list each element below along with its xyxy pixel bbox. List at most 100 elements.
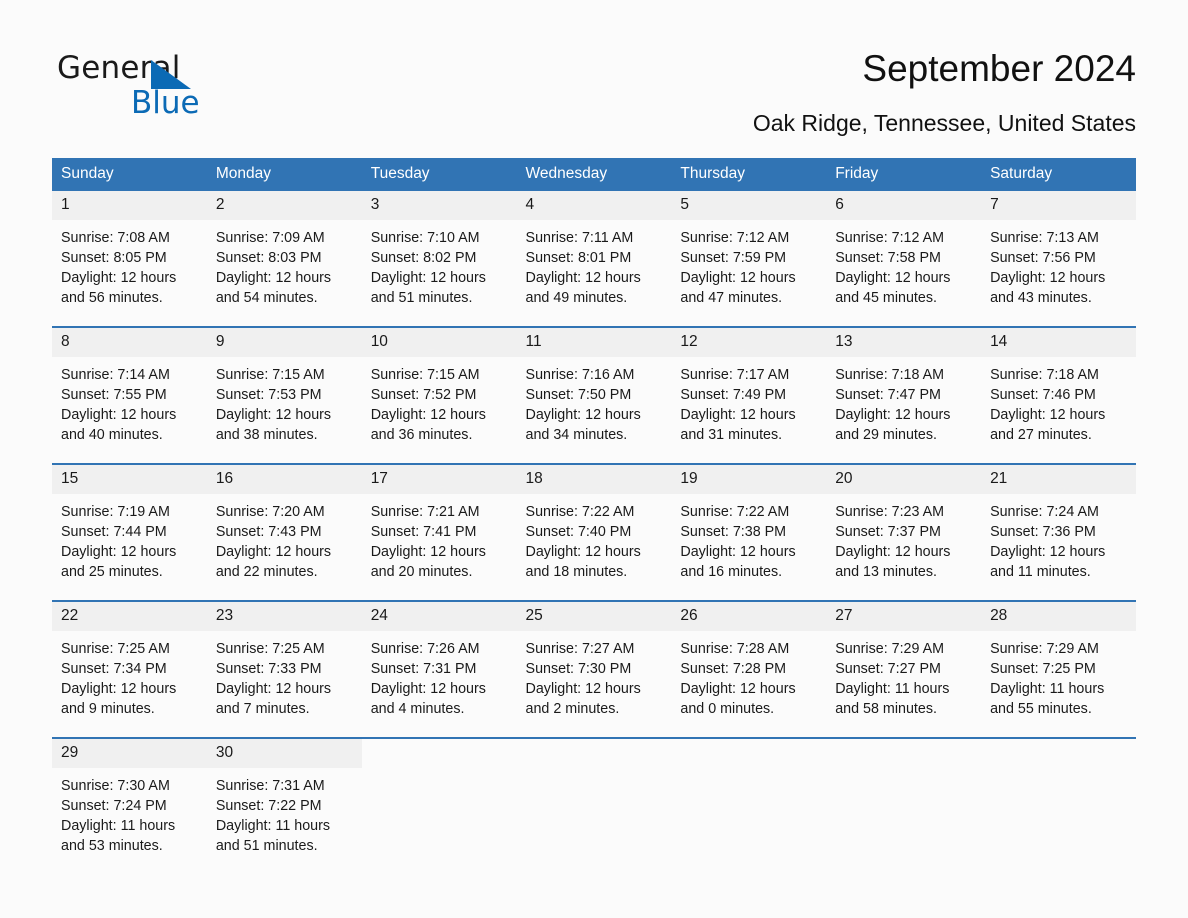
calendar-day-cell[interactable]: 5 Sunrise: 7:12 AM Sunset: 7:59 PM Dayli… (671, 191, 827, 327)
sunrise-text: Sunrise: 7:25 AM (61, 641, 170, 657)
daylight-text-line1: Daylight: 12 hours (835, 544, 951, 560)
day-details: Sunrise: 7:17 AM Sunset: 7:49 PM Dayligh… (671, 357, 826, 445)
day-number (671, 739, 826, 768)
generalblue-logo[interactable]: General Blue (57, 53, 317, 123)
day-number: 10 (361, 328, 517, 357)
daylight-text-line1: Daylight: 12 hours (525, 544, 641, 560)
calendar-day-cell[interactable]: 10 Sunrise: 7:15 AM Sunset: 7:52 PM Dayl… (361, 326, 517, 464)
day-details: Sunrise: 7:29 AM Sunset: 7:25 PM Dayligh… (981, 631, 1136, 719)
calendar-day-cell[interactable]: 8 Sunrise: 7:14 AM Sunset: 7:55 PM Dayli… (52, 326, 207, 464)
daylight-text-line2: and 43 minutes. (990, 290, 1092, 306)
calendar-day-cell[interactable]: 14 Sunrise: 7:18 AM Sunset: 7:46 PM Dayl… (981, 326, 1136, 464)
day-number: 14 (981, 328, 1136, 357)
sunset-text: Sunset: 7:31 PM (370, 661, 477, 677)
daylight-text-line1: Daylight: 12 hours (61, 407, 177, 423)
location-subtitle: Oak Ridge, Tennessee, United States (752, 110, 1136, 136)
calendar-day-cell[interactable]: 16 Sunrise: 7:20 AM Sunset: 7:43 PM Dayl… (206, 463, 362, 601)
calendar-day-cell[interactable]: 2 Sunrise: 7:09 AM Sunset: 8:03 PM Dayli… (206, 191, 362, 327)
daylight-text-line1: Daylight: 12 hours (61, 544, 177, 560)
day-details: Sunrise: 7:15 AM Sunset: 7:53 PM Dayligh… (207, 357, 362, 445)
daylight-text-line1: Daylight: 11 hours (835, 681, 950, 697)
daylight-text-line2: and 38 minutes. (215, 427, 318, 443)
day-details: Sunrise: 7:21 AM Sunset: 7:41 PM Dayligh… (362, 494, 517, 582)
calendar-day-cell[interactable]: 21 Sunrise: 7:24 AM Sunset: 7:36 PM Dayl… (981, 463, 1136, 601)
sunset-text: Sunset: 8:03 PM (215, 250, 322, 266)
day-number: 2 (206, 191, 362, 220)
day-number: 16 (206, 465, 362, 494)
daylight-text-line1: Daylight: 12 hours (370, 270, 486, 286)
daylight-text-line2: and 31 minutes. (680, 427, 783, 443)
weekday-header-thursday: Thursday (671, 158, 827, 191)
calendar-day-cell[interactable]: 6 Sunrise: 7:12 AM Sunset: 7:58 PM Dayli… (826, 191, 982, 327)
sunrise-text: Sunrise: 7:12 AM (680, 230, 790, 246)
sunset-text: Sunset: 7:28 PM (680, 661, 787, 677)
calendar-day-cell[interactable]: 7 Sunrise: 7:13 AM Sunset: 7:56 PM Dayli… (981, 191, 1136, 327)
daylight-text-line1: Daylight: 12 hours (680, 681, 796, 697)
daylight-text-line1: Daylight: 12 hours (61, 681, 177, 697)
day-number (826, 739, 981, 768)
calendar-day-cell[interactable]: 18 Sunrise: 7:22 AM Sunset: 7:40 PM Dayl… (516, 463, 672, 601)
day-number: 4 (516, 191, 672, 220)
day-number (362, 739, 517, 768)
logo-text-blue: Blue (131, 85, 200, 121)
calendar-day-cell[interactable]: 30 Sunrise: 7:31 AM Sunset: 7:22 PM Dayl… (206, 737, 362, 874)
day-number: 18 (516, 465, 672, 494)
sunset-text: Sunset: 8:05 PM (61, 250, 167, 266)
calendar-day-cell[interactable]: 19 Sunrise: 7:22 AM Sunset: 7:38 PM Dayl… (671, 463, 827, 601)
calendar-day-cell[interactable]: 3 Sunrise: 7:10 AM Sunset: 8:02 PM Dayli… (361, 191, 517, 327)
calendar-day-cell[interactable]: 26 Sunrise: 7:28 AM Sunset: 7:28 PM Dayl… (671, 600, 827, 738)
calendar-day-cell[interactable]: 22 Sunrise: 7:25 AM Sunset: 7:34 PM Dayl… (52, 600, 207, 738)
daylight-text-line2: and 53 minutes. (61, 838, 163, 854)
sunrise-text: Sunrise: 7:18 AM (990, 367, 1099, 383)
day-details: Sunrise: 7:18 AM Sunset: 7:47 PM Dayligh… (826, 357, 981, 445)
sunset-text: Sunset: 7:44 PM (61, 524, 167, 540)
daylight-text-line2: and 47 minutes. (680, 290, 783, 306)
day-number: 13 (826, 328, 982, 357)
day-details: Sunrise: 7:29 AM Sunset: 7:27 PM Dayligh… (826, 631, 981, 719)
sunset-text: Sunset: 7:41 PM (370, 524, 477, 540)
calendar-day-cell-empty (826, 737, 982, 874)
calendar-day-cell[interactable]: 23 Sunrise: 7:25 AM Sunset: 7:33 PM Dayl… (206, 600, 362, 738)
day-details: Sunrise: 7:26 AM Sunset: 7:31 PM Dayligh… (362, 631, 517, 719)
calendar-day-cell[interactable]: 13 Sunrise: 7:18 AM Sunset: 7:47 PM Dayl… (826, 326, 982, 464)
calendar-day-cell[interactable]: 25 Sunrise: 7:27 AM Sunset: 7:30 PM Dayl… (516, 600, 672, 738)
day-details: Sunrise: 7:23 AM Sunset: 7:37 PM Dayligh… (826, 494, 981, 582)
calendar-day-cell[interactable]: 1 Sunrise: 7:08 AM Sunset: 8:05 PM Dayli… (52, 191, 207, 327)
day-number: 30 (206, 739, 362, 768)
daylight-text-line2: and 0 minutes. (680, 701, 775, 717)
daylight-text-line1: Daylight: 11 hours (215, 818, 331, 834)
day-details: Sunrise: 7:19 AM Sunset: 7:44 PM Dayligh… (52, 494, 207, 582)
daylight-text-line1: Daylight: 12 hours (990, 270, 1106, 286)
calendar-day-cell[interactable]: 29 Sunrise: 7:30 AM Sunset: 7:24 PM Dayl… (52, 737, 207, 874)
calendar-day-cell[interactable]: 9 Sunrise: 7:15 AM Sunset: 7:53 PM Dayli… (206, 326, 362, 464)
calendar-day-cell-empty (671, 737, 827, 874)
daylight-text-line2: and 13 minutes. (835, 564, 937, 580)
daylight-text-line1: Daylight: 12 hours (215, 270, 332, 286)
daylight-text-line2: and 56 minutes. (61, 290, 163, 306)
sunset-text: Sunset: 7:37 PM (835, 524, 941, 540)
daylight-text-line2: and 18 minutes. (525, 564, 628, 580)
day-number (517, 739, 672, 768)
day-details: Sunrise: 7:09 AM Sunset: 8:03 PM Dayligh… (207, 220, 362, 308)
daylight-text-line1: Daylight: 12 hours (680, 270, 796, 286)
calendar-day-cell[interactable]: 20 Sunrise: 7:23 AM Sunset: 7:37 PM Dayl… (826, 463, 982, 601)
calendar-day-cell[interactable]: 11 Sunrise: 7:16 AM Sunset: 7:50 PM Dayl… (516, 326, 672, 464)
calendar-day-cell[interactable]: 12 Sunrise: 7:17 AM Sunset: 7:49 PM Dayl… (671, 326, 827, 464)
calendar-day-cell[interactable]: 4 Sunrise: 7:11 AM Sunset: 8:01 PM Dayli… (516, 191, 672, 327)
calendar-day-cell[interactable]: 17 Sunrise: 7:21 AM Sunset: 7:41 PM Dayl… (361, 463, 517, 601)
calendar-day-cell[interactable]: 15 Sunrise: 7:19 AM Sunset: 7:44 PM Dayl… (52, 463, 207, 601)
calendar-header-row: Sunday Monday Tuesday Wednesday Thursday… (52, 158, 1136, 191)
calendar-day-cell[interactable]: 24 Sunrise: 7:26 AM Sunset: 7:31 PM Dayl… (361, 600, 517, 738)
day-number: 20 (826, 465, 982, 494)
daylight-text-line1: Daylight: 12 hours (370, 681, 486, 697)
daylight-text-line2: and 55 minutes. (990, 701, 1092, 717)
day-details: Sunrise: 7:25 AM Sunset: 7:33 PM Dayligh… (207, 631, 362, 719)
calendar-day-cell-empty (361, 737, 517, 874)
day-number: 24 (361, 602, 517, 631)
daylight-text-line1: Daylight: 11 hours (990, 681, 1105, 697)
calendar-day-cell[interactable]: 28 Sunrise: 7:29 AM Sunset: 7:25 PM Dayl… (981, 600, 1136, 738)
calendar-day-cell[interactable]: 27 Sunrise: 7:29 AM Sunset: 7:27 PM Dayl… (826, 600, 982, 738)
daylight-text-line2: and 27 minutes. (990, 427, 1092, 443)
day-details: Sunrise: 7:12 AM Sunset: 7:59 PM Dayligh… (671, 220, 826, 308)
sunrise-text: Sunrise: 7:09 AM (215, 230, 325, 246)
